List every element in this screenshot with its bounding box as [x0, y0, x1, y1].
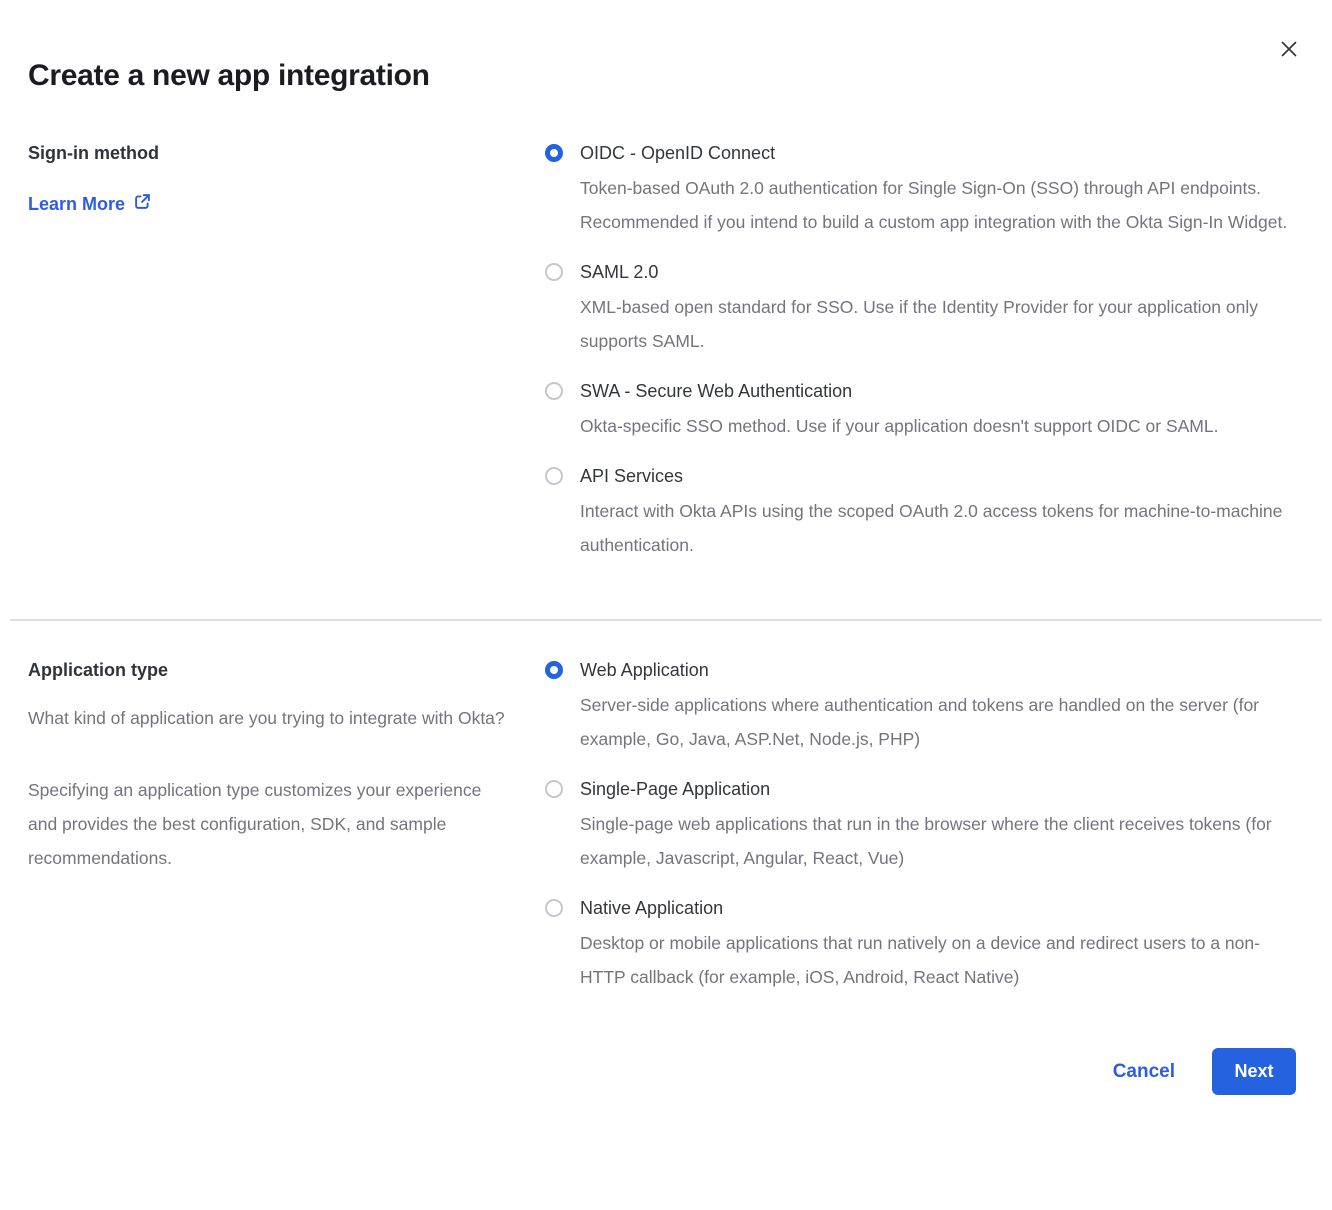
radio-option-swa[interactable]: SWA - Secure Web Authentication Okta-spe…: [545, 380, 1296, 443]
radio-unselected-icon[interactable]: [545, 780, 563, 798]
radio-unselected-icon[interactable]: [545, 467, 563, 485]
radio-option-web-application[interactable]: Web Application Server-side applications…: [545, 659, 1296, 756]
option-label: Native Application: [580, 897, 1296, 919]
application-type-label: Application type: [28, 659, 545, 681]
radio-selected-icon[interactable]: [545, 144, 563, 162]
radio-option-oidc[interactable]: OIDC - OpenID Connect Token-based OAuth …: [545, 142, 1296, 239]
option-label: SWA - Secure Web Authentication: [580, 380, 1218, 402]
option-description: Token-based OAuth 2.0 authentication for…: [580, 171, 1296, 239]
radio-unselected-icon[interactable]: [545, 263, 563, 281]
create-app-integration-dialog: Create a new app integration Sign-in met…: [0, 0, 1332, 1095]
radio-option-saml[interactable]: SAML 2.0 XML-based open standard for SSO…: [545, 261, 1296, 358]
application-type-detail: Specifying an application type customize…: [28, 773, 510, 875]
option-description: Server-side applications where authentic…: [580, 688, 1296, 756]
application-type-section: Application type What kind of applicatio…: [28, 659, 1296, 994]
option-label: OIDC - OpenID Connect: [580, 142, 1296, 164]
option-description: Okta-specific SSO method. Use if your ap…: [580, 409, 1218, 443]
radio-option-api-services[interactable]: API Services Interact with Okta APIs usi…: [545, 465, 1296, 562]
dialog-title: Create a new app integration: [28, 58, 1296, 94]
next-button[interactable]: Next: [1212, 1048, 1296, 1095]
close-icon: [1280, 40, 1298, 58]
cancel-button[interactable]: Cancel: [1113, 1061, 1175, 1083]
option-label: Web Application: [580, 659, 1296, 681]
option-description: Desktop or mobile applications that run …: [580, 926, 1296, 994]
learn-more-link[interactable]: Learn More: [28, 193, 151, 215]
signin-method-label: Sign-in method: [28, 142, 545, 164]
option-label: SAML 2.0: [580, 261, 1296, 283]
option-description: Interact with Okta APIs using the scoped…: [580, 494, 1296, 562]
section-divider: [10, 619, 1322, 621]
learn-more-label: Learn More: [28, 193, 125, 215]
radio-unselected-icon[interactable]: [545, 382, 563, 400]
option-label: Single-Page Application: [580, 778, 1296, 800]
close-button[interactable]: [1276, 36, 1302, 62]
radio-unselected-icon[interactable]: [545, 899, 563, 917]
signin-method-section: Sign-in method Learn More OIDC - OpenID …: [28, 142, 1296, 562]
option-label: API Services: [580, 465, 1296, 487]
external-link-icon: [134, 193, 151, 215]
application-type-question: What kind of application are you trying …: [28, 701, 510, 735]
dialog-footer: Cancel Next: [28, 1048, 1296, 1095]
radio-option-native-application[interactable]: Native Application Desktop or mobile app…: [545, 897, 1296, 994]
option-description: Single-page web applications that run in…: [580, 807, 1296, 875]
option-description: XML-based open standard for SSO. Use if …: [580, 290, 1296, 358]
radio-option-single-page-application[interactable]: Single-Page Application Single-page web …: [545, 778, 1296, 875]
radio-selected-icon[interactable]: [545, 661, 563, 679]
